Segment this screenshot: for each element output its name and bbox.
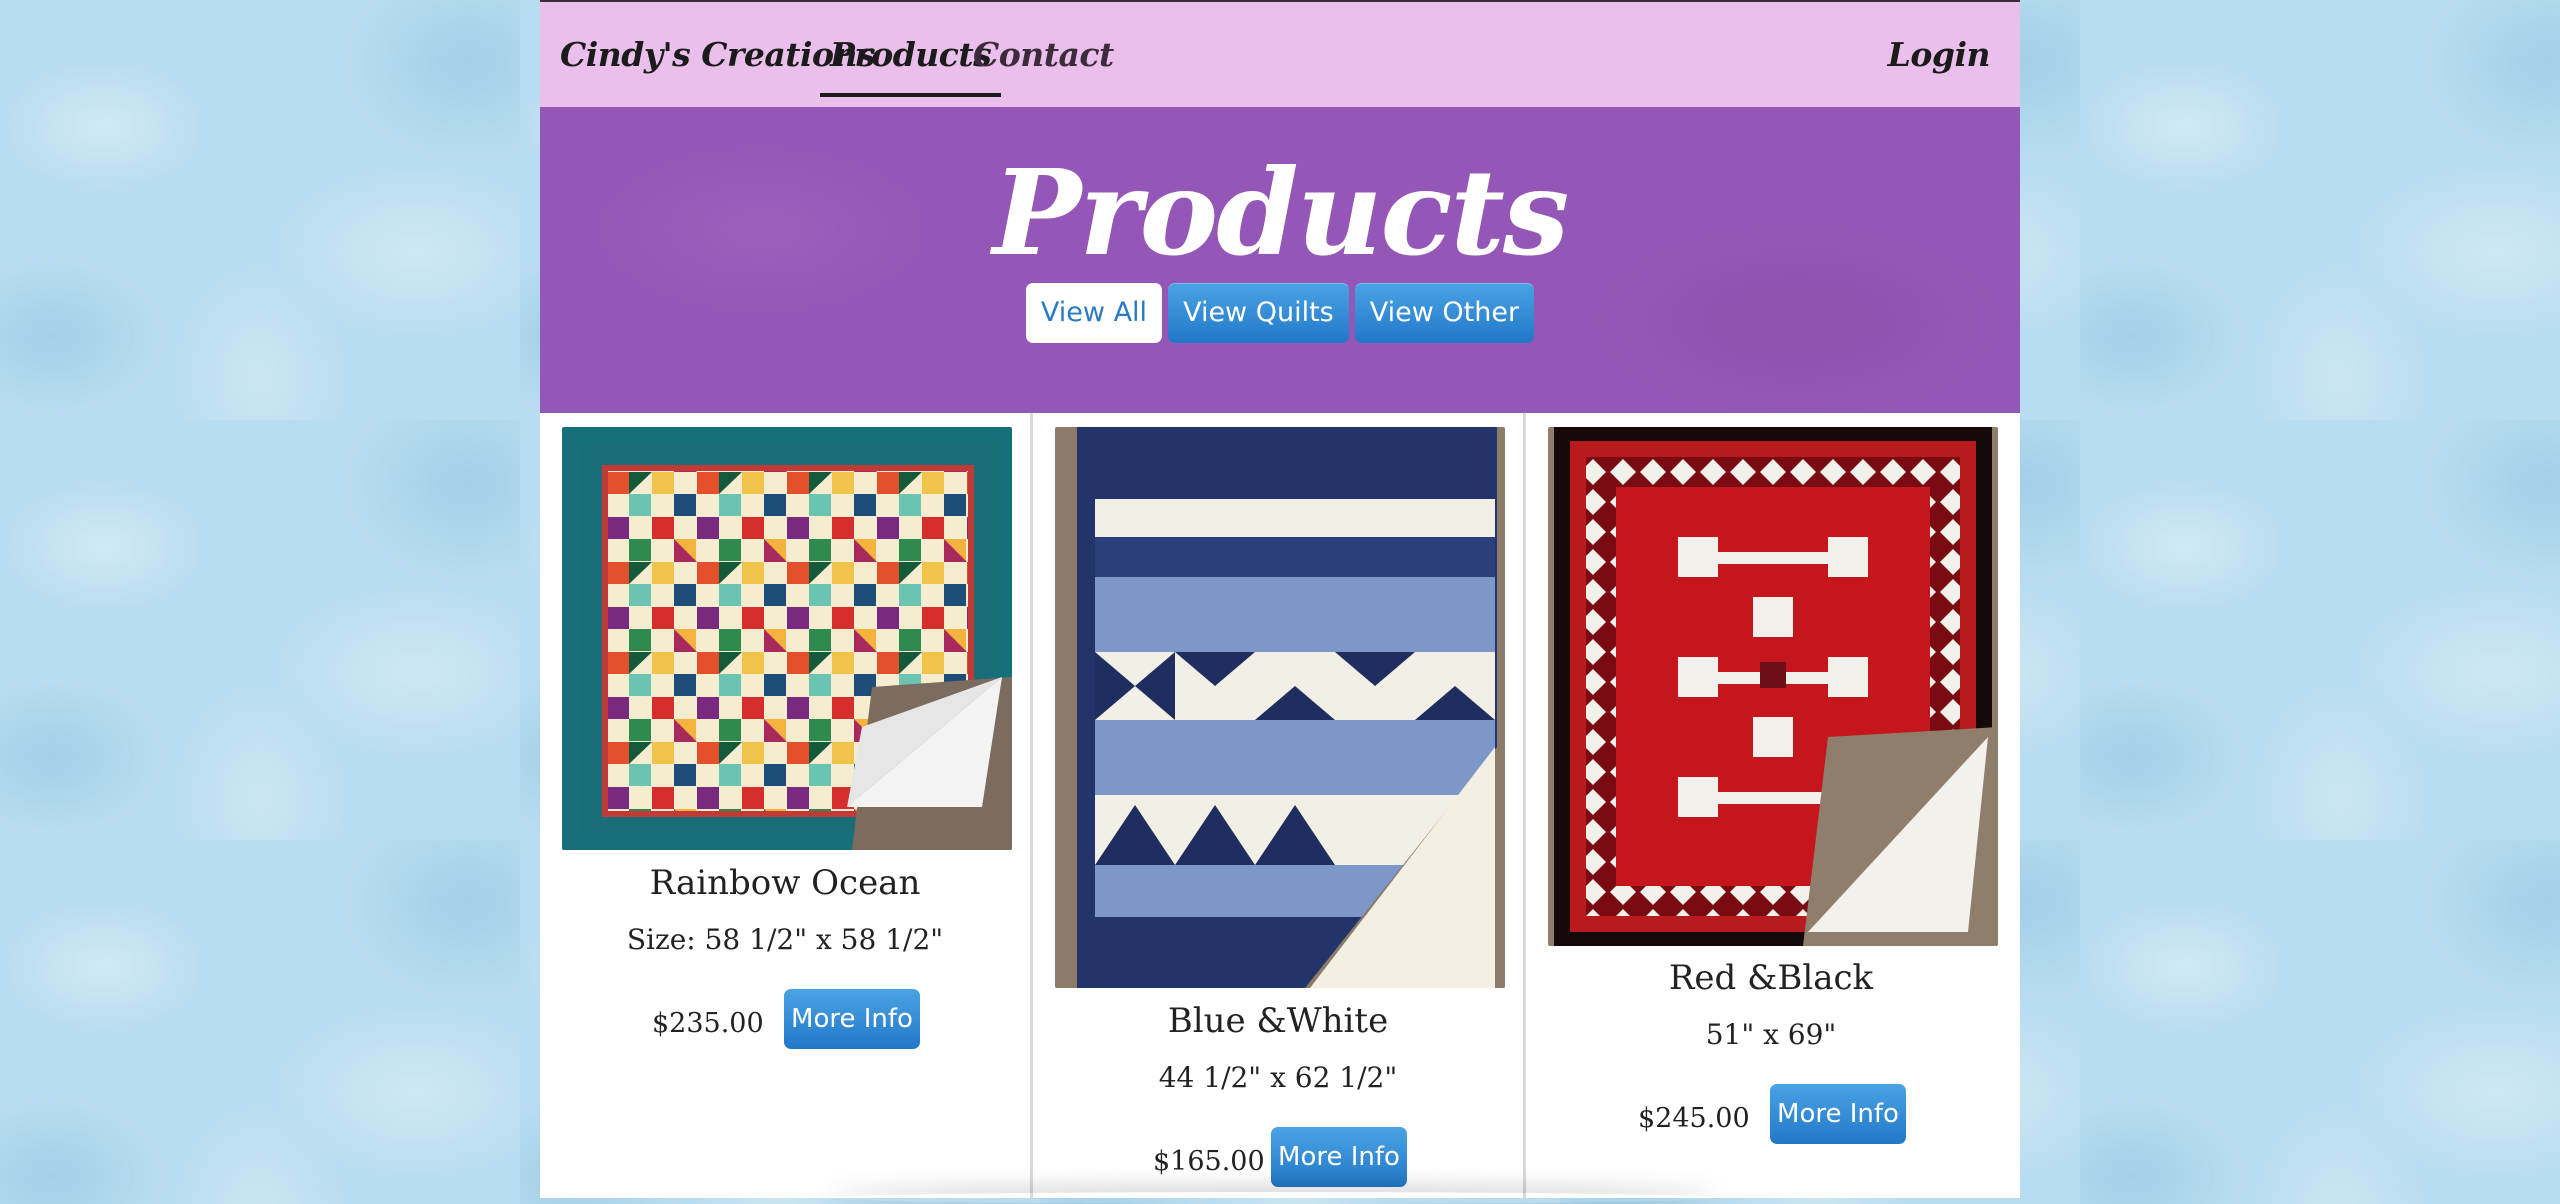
filter-button-group: View All View Quilts View Other (540, 283, 2020, 343)
product-card: Blue &White 44 1/2" x 62 1/2" $165.00 Mo… (1033, 413, 1523, 1198)
hero-banner: Products View All View Quilts View Other (540, 107, 2020, 413)
product-size: 44 1/2" x 62 1/2" (1158, 1061, 1398, 1094)
bottom-shadow (830, 1192, 1720, 1204)
more-info-button[interactable]: More Info (784, 989, 920, 1049)
product-card: Rainbow Ocean Size: 58 1/2" x 58 1/2" $2… (540, 413, 1030, 1198)
product-image-rainbow-ocean[interactable] (562, 427, 1012, 850)
navbar: Cindy's Creations Products Contact Login (540, 0, 2020, 107)
product-name: Blue &White (1167, 1001, 1389, 1041)
product-size: Size: 58 1/2" x 58 1/2" (626, 923, 944, 956)
page-container: Cindy's Creations Products Contact Login… (540, 0, 2020, 1198)
product-price: $245.00 (1638, 1103, 1750, 1134)
view-all-button[interactable]: View All (1025, 283, 1163, 343)
nav-products-link[interactable]: Products (819, 2, 1002, 107)
nav-login-link[interactable]: Login (1888, 2, 1991, 107)
nav-contact-link[interactable]: Contact (973, 2, 1114, 107)
product-size: 51" x 69" (1705, 1018, 1837, 1051)
product-image-red-black[interactable] (1548, 427, 1998, 946)
product-image-blue-white[interactable] (1055, 427, 1505, 988)
product-name: Rainbow Ocean (649, 863, 921, 903)
product-card: Red &Black 51" x 69" $245.00 More Info (1526, 413, 2016, 1198)
product-name: Red &Black (1668, 958, 1874, 998)
view-other-button[interactable]: View Other (1354, 283, 1535, 343)
nav-brand-link[interactable]: Cindy's Creations (560, 2, 876, 107)
product-price: $235.00 (652, 1008, 764, 1039)
product-price: $165.00 (1153, 1146, 1265, 1177)
product-grid: Rainbow Ocean Size: 58 1/2" x 58 1/2" $2… (540, 413, 2020, 1198)
more-info-button[interactable]: More Info (1271, 1127, 1407, 1187)
more-info-button[interactable]: More Info (1770, 1084, 1906, 1144)
page-title: Products (992, 143, 1570, 282)
view-quilts-button[interactable]: View Quilts (1168, 283, 1349, 343)
